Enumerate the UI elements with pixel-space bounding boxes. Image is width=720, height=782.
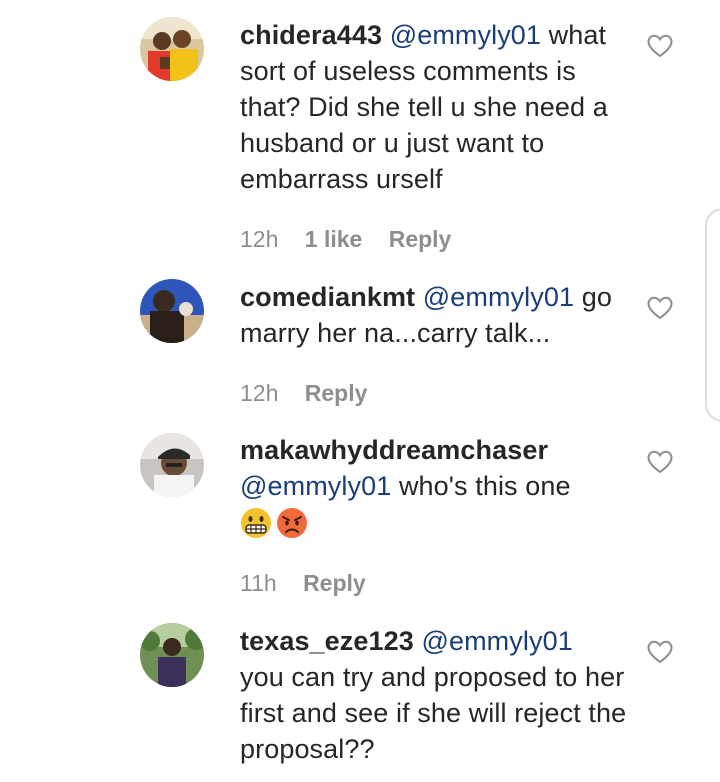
avatar[interactable] <box>140 433 204 497</box>
comment-likes[interactable]: 1 like <box>305 226 363 252</box>
heart-outline-icon[interactable] <box>647 296 673 320</box>
grimacing-face-emoji <box>241 508 271 538</box>
avatar-photo-icon <box>140 623 204 687</box>
comment-username[interactable]: makawhyddreamchaser <box>240 435 548 465</box>
angry-face-emoji <box>277 508 307 538</box>
reply-button[interactable]: Reply <box>305 380 368 406</box>
avatar-photo-icon <box>140 433 204 497</box>
heart-outline-icon[interactable] <box>647 450 673 474</box>
comment-text: makawhyddreamchaser @emmyly01 who's this… <box>240 432 630 539</box>
avatar[interactable] <box>140 17 204 81</box>
avatar-photo-icon <box>140 279 204 343</box>
comment-username[interactable]: texas_eze123 <box>240 626 414 656</box>
comment-text: chidera443 @emmyly01 what sort of useles… <box>240 17 630 197</box>
comment-body: you can try and proposed to her first an… <box>240 662 627 764</box>
comment-body: who's this one <box>391 471 571 501</box>
side-panel-edge <box>705 208 720 422</box>
comment-mention[interactable]: @emmyly01 <box>423 282 574 312</box>
comment-mention[interactable]: @emmyly01 <box>240 471 391 501</box>
comment-timestamp: 12h <box>240 226 279 252</box>
comment-username[interactable]: chidera443 <box>240 20 382 50</box>
comment-meta: 11h Reply <box>240 568 386 598</box>
reply-button[interactable]: Reply <box>303 570 366 596</box>
avatar[interactable] <box>140 623 204 687</box>
comment-mention[interactable]: @emmyly01 <box>390 20 541 50</box>
comment-username[interactable]: comediankmt <box>240 282 415 312</box>
comment-timestamp: 12h <box>240 380 279 406</box>
heart-outline-icon[interactable] <box>647 640 673 664</box>
comment-text: texas_eze123 @emmyly01 you can try and p… <box>240 623 630 767</box>
comment-text: comediankmt @emmyly01 go marry her na...… <box>240 279 630 351</box>
comment-meta: 12h 1 like Reply <box>240 224 471 254</box>
avatar-photo-icon <box>140 17 204 81</box>
emoji-row <box>240 507 630 539</box>
avatar[interactable] <box>140 279 204 343</box>
comment-mention[interactable]: @emmyly01 <box>421 626 572 656</box>
comment-timestamp: 11h <box>240 570 277 596</box>
comment-meta: 12h Reply <box>240 378 387 408</box>
reply-button[interactable]: Reply <box>389 226 452 252</box>
heart-outline-icon[interactable] <box>647 34 673 58</box>
